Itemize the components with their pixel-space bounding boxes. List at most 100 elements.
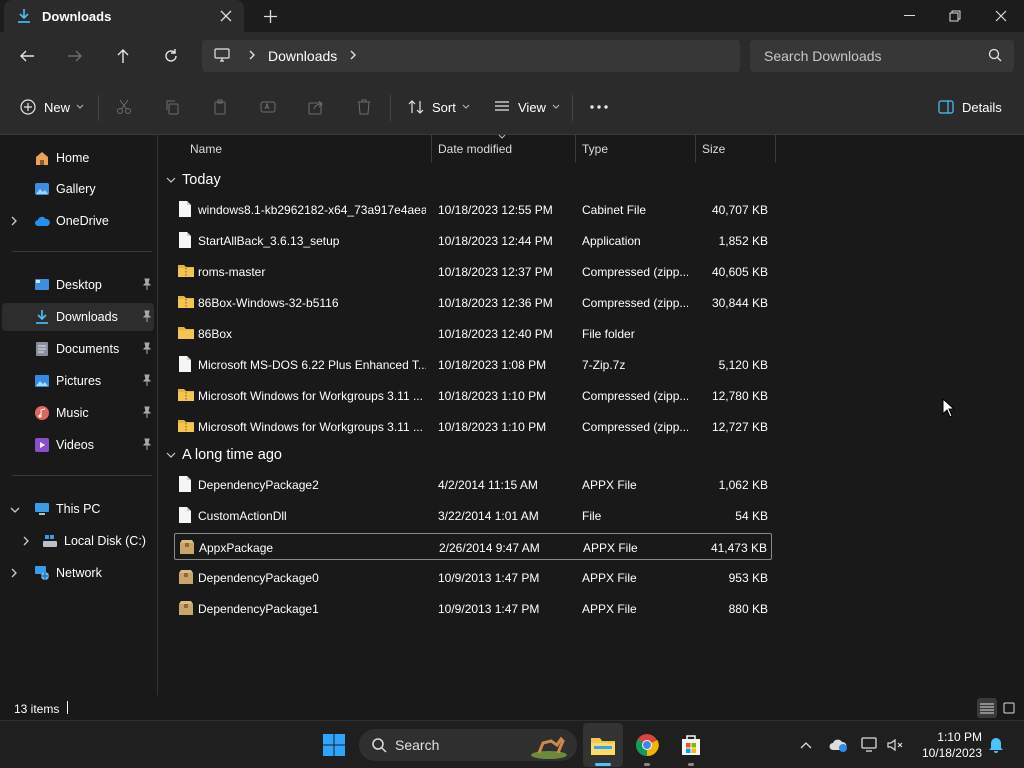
pin-icon[interactable] <box>142 310 152 325</box>
file-row[interactable]: Microsoft MS-DOS 6.22 Plus Enhanced T...… <box>174 351 772 378</box>
file-row[interactable]: DependencyPackage2 4/2/2014 11:15 AM APPX … <box>174 471 772 498</box>
file-row[interactable]: CustomActionDll 3/22/2014 1:01 AM File 54 K… <box>174 502 772 529</box>
chrome-taskbar-button[interactable] <box>631 729 663 761</box>
onedrive-tray-button[interactable] <box>826 729 850 761</box>
search-input[interactable]: Search Downloads <box>750 40 1014 72</box>
volume-tray-button[interactable] <box>884 729 908 761</box>
back-button[interactable] <box>11 40 43 72</box>
sidebar-item-gallery[interactable]: Gallery <box>2 175 154 203</box>
details-view-toggle[interactable] <box>977 698 997 718</box>
store-taskbar-button[interactable] <box>675 729 707 761</box>
cut-button[interactable] <box>116 92 140 122</box>
chevron-right-icon[interactable] <box>248 49 256 63</box>
up-button[interactable] <box>107 40 139 72</box>
videos-icon <box>34 437 50 453</box>
network-tray-button[interactable] <box>858 729 882 761</box>
file-row[interactable]: 86Box-Windows-32-b5116 10/18/2023 12:36 P… <box>174 289 772 316</box>
sidebar-item-home[interactable]: Home <box>2 144 154 172</box>
sort-button[interactable]: Sort <box>408 92 478 122</box>
column-header-date[interactable]: Date modified <box>432 134 576 163</box>
trash-icon <box>358 99 370 115</box>
sort-label: Sort <box>432 99 456 115</box>
file-size: 1,852 KB <box>718 234 768 248</box>
file-row[interactable]: DependencyPackage0 10/9/2013 1:47 PM APPX … <box>174 564 772 591</box>
chevron-up-icon <box>800 742 812 749</box>
show-hidden-icons-button[interactable] <box>794 729 818 761</box>
file-name: DependencyPackage0 <box>198 571 319 585</box>
details-pane-button[interactable]: Details <box>938 92 1002 122</box>
sidebar-item-pictures[interactable]: Pictures <box>2 367 154 395</box>
tab-close-icon[interactable] <box>214 4 238 28</box>
sidebar-item-onedrive[interactable]: OneDrive <box>2 207 154 235</box>
package-icon <box>179 539 195 555</box>
refresh-button[interactable] <box>155 40 187 72</box>
file-row[interactable]: 86Box 10/18/2023 12:40 PM File folder <box>174 320 772 347</box>
pin-icon[interactable] <box>142 374 152 389</box>
sidebar-item-this-pc[interactable]: This PC <box>2 495 154 523</box>
column-header-name[interactable]: Name <box>160 135 432 163</box>
sidebar-item-videos[interactable]: Videos <box>2 431 154 459</box>
view-button[interactable]: View <box>494 92 568 122</box>
tiles-view-toggle[interactable] <box>999 698 1019 718</box>
sidebar-item-downloads[interactable]: Downloads <box>2 303 154 331</box>
group-header-today[interactable]: Today <box>166 168 221 192</box>
zip-folder-icon <box>178 387 194 403</box>
sidebar-item-network[interactable]: Network <box>2 559 154 587</box>
file-date-modified: 10/18/2023 1:10 PM <box>438 389 547 403</box>
chevron-right-icon[interactable] <box>10 567 18 581</box>
pin-icon[interactable] <box>142 406 152 421</box>
chevron-right-icon[interactable] <box>10 215 18 229</box>
breadcrumb-downloads[interactable]: Downloads <box>268 48 337 64</box>
file-explorer-taskbar-button[interactable] <box>587 729 619 761</box>
file-row[interactable]: roms-master 10/18/2023 12:37 PM Compressed… <box>174 258 772 285</box>
forward-button[interactable] <box>59 40 91 72</box>
divider <box>98 95 99 121</box>
taskbar-search-label: Search <box>395 737 440 753</box>
taskbar-search[interactable]: Search <box>359 729 577 761</box>
pin-icon[interactable] <box>142 438 152 453</box>
chevron-right-icon[interactable] <box>22 535 30 549</box>
minimize-button[interactable] <box>886 0 932 32</box>
sidebar-item-local-disk[interactable]: Local Disk (C:) <box>2 527 154 555</box>
file-name: AppxPackage <box>199 541 274 555</box>
file-row[interactable]: windows8.1-kb2962182-x64_73a917e4aea... 1… <box>174 196 772 223</box>
column-header-type[interactable]: Type <box>576 135 696 163</box>
more-options-button[interactable] <box>590 92 616 122</box>
pin-icon[interactable] <box>142 342 152 357</box>
notifications-button[interactable] <box>984 729 1008 761</box>
file-row[interactable]: AppxPackage 2/26/2014 9:47 AM APPX File 41,… <box>174 533 772 560</box>
copy-button[interactable] <box>164 92 188 122</box>
column-header-size[interactable]: Size <box>696 135 776 163</box>
new-button[interactable]: New <box>20 92 92 122</box>
this-pc-icon <box>34 501 50 517</box>
clock-date: 10/18/2023 <box>921 746 982 760</box>
chevron-right-icon[interactable] <box>349 49 357 63</box>
sidebar-item-music[interactable]: Music <box>2 399 154 427</box>
clock[interactable]: 1:10 PM 10/18/2023 <box>912 729 982 761</box>
file-row[interactable]: DependencyPackage1 10/9/2013 1:47 PM APPX … <box>174 595 772 622</box>
gallery-icon <box>34 181 50 197</box>
new-tab-button[interactable] <box>258 4 282 28</box>
file-row[interactable]: StartAllBack_3.6.13_setup 10/18/2023 12:4… <box>174 227 772 254</box>
file-row[interactable]: Microsoft Windows for Workgroups 3.11 ..… <box>174 413 772 440</box>
sidebar-item-documents[interactable]: Documents <box>2 335 154 363</box>
this-pc-icon[interactable] <box>214 47 230 66</box>
paste-button[interactable] <box>212 92 236 122</box>
address-bar[interactable]: Downloads <box>202 40 740 72</box>
file-date-modified: 10/18/2023 12:36 PM <box>438 296 553 310</box>
restore-button[interactable] <box>932 0 978 32</box>
tab-downloads[interactable]: Downloads <box>4 0 244 32</box>
chevron-down-icon[interactable] <box>10 503 20 517</box>
file-type: File folder <box>582 327 635 341</box>
store-icon <box>682 735 700 755</box>
share-button[interactable] <box>308 92 332 122</box>
file-row[interactable]: Microsoft Windows for Workgroups 3.11 ..… <box>174 382 772 409</box>
zip-folder-icon <box>178 263 194 279</box>
start-button[interactable] <box>318 729 350 761</box>
delete-button[interactable] <box>356 92 380 122</box>
rename-button[interactable] <box>260 92 284 122</box>
pin-icon[interactable] <box>142 278 152 293</box>
sidebar-item-desktop[interactable]: Desktop <box>2 271 154 299</box>
close-button[interactable] <box>978 0 1024 32</box>
group-header-long-ago[interactable]: A long time ago <box>166 443 282 467</box>
